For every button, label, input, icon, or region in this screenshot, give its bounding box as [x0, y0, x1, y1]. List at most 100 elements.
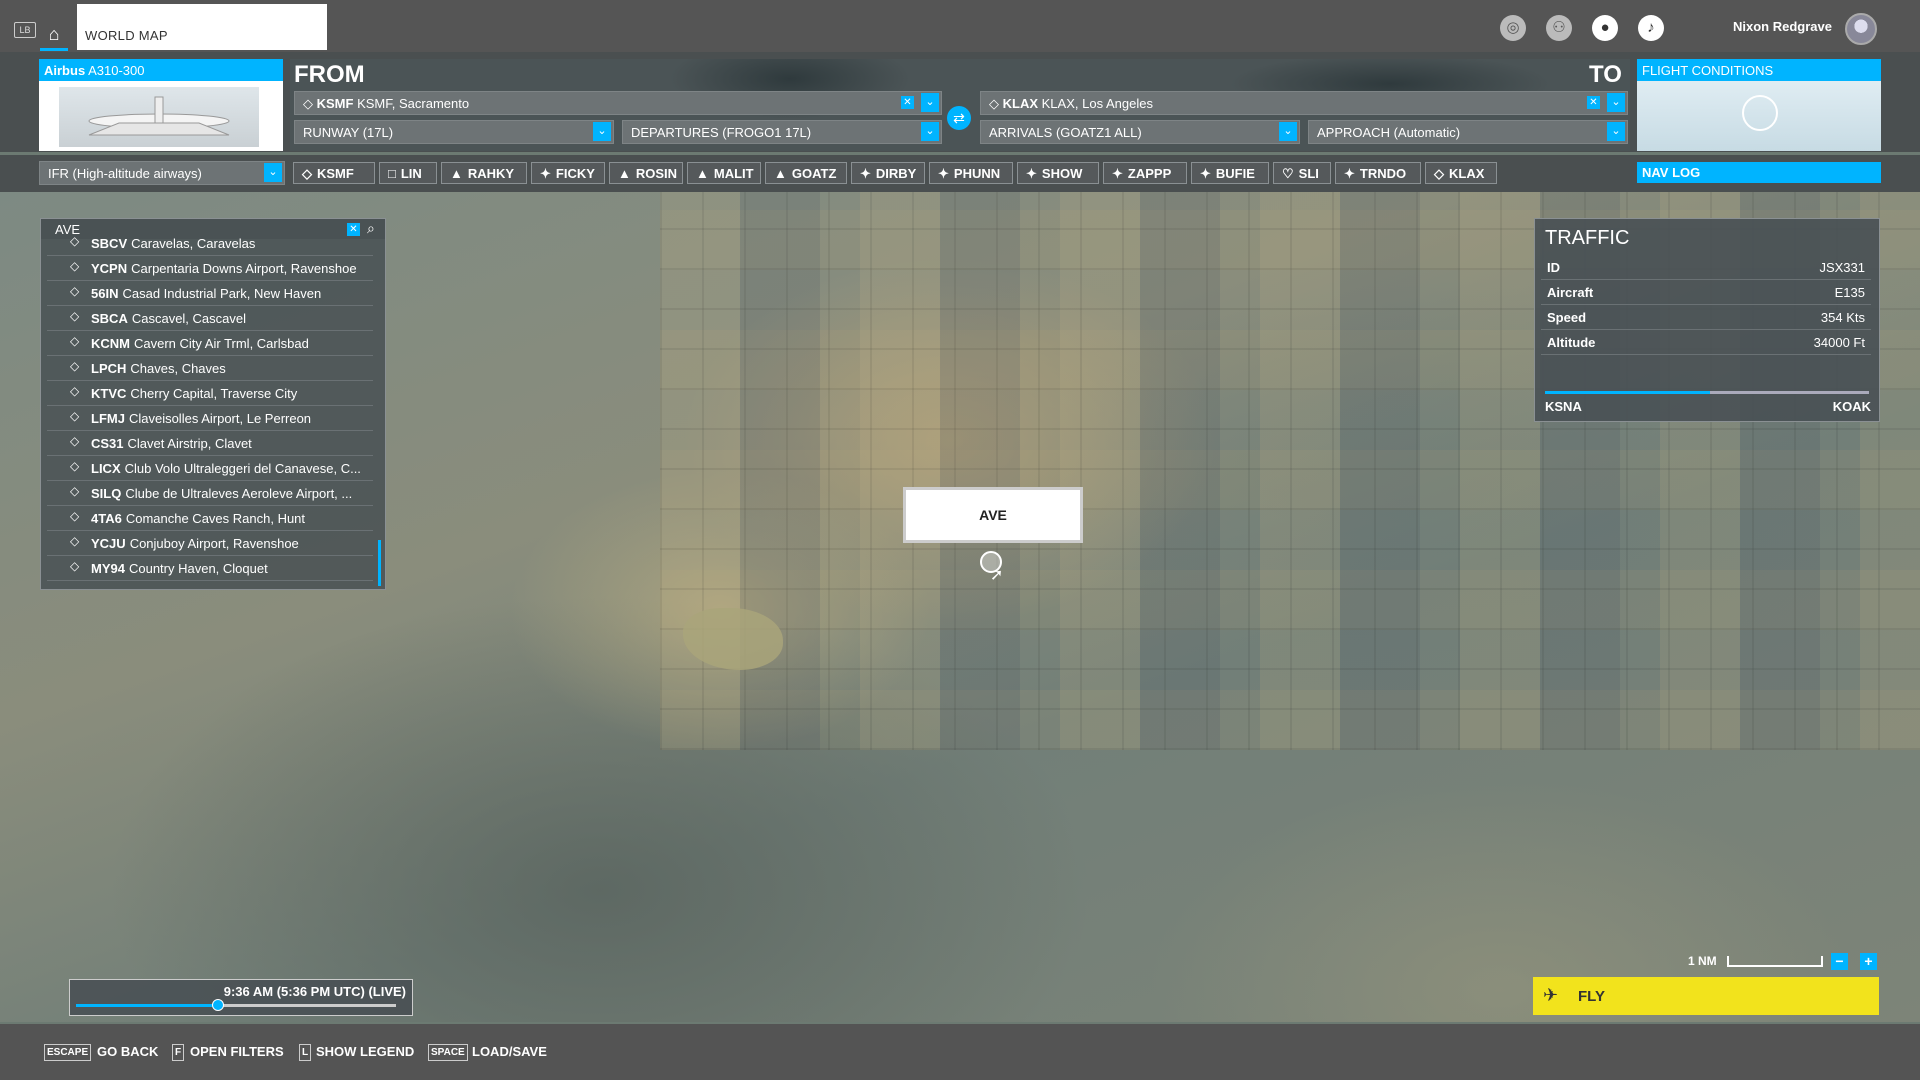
- route-waypoint[interactable]: ▲ MALIT: [687, 162, 761, 184]
- time-slider[interactable]: [76, 999, 396, 1011]
- route-waypoint[interactable]: ♡ SLI: [1273, 162, 1331, 184]
- list-item[interactable]: ◇ LPCH Chaves, Chaves: [47, 356, 373, 381]
- arrival-procedure-select[interactable]: ARRIVALS (GOATZ1 ALL) ⌄: [980, 120, 1300, 144]
- traffic-progress: [1545, 391, 1869, 394]
- to-name: KLAX, Los Angeles: [1041, 96, 1153, 111]
- clear-icon[interactable]: ✕: [901, 96, 914, 109]
- airport-icon: ◇: [70, 534, 80, 548]
- departure-procedure-select[interactable]: DEPARTURES (FROGO1 17L) ⌄: [622, 120, 942, 144]
- list-item[interactable]: ◇ KTVC Cherry Capital, Traverse City: [47, 381, 373, 406]
- route-waypoint[interactable]: ✦ FICKY: [531, 162, 605, 184]
- runway-select[interactable]: RUNWAY (17L) ⌄: [294, 120, 614, 144]
- traffic-key: Altitude: [1547, 335, 1596, 350]
- tab-world-map[interactable]: WORLD MAP: [77, 4, 327, 50]
- route-waypoint[interactable]: ▲ GOATZ: [765, 162, 847, 184]
- footer-action[interactable]: SHOW LEGEND: [316, 1044, 414, 1059]
- table-row: Altitude 34000 Ft: [1541, 330, 1871, 355]
- airport-icon: ◇: [70, 559, 80, 573]
- chevron-down-icon[interactable]: ⌄: [921, 93, 939, 112]
- friends-icon[interactable]: ⚇: [1546, 15, 1572, 41]
- waypoint-icon: ✦: [860, 166, 871, 181]
- home-icon[interactable]: ⌂: [40, 20, 68, 48]
- list-item[interactable]: ◇ SBCV Caravelas, Caravelas: [47, 231, 373, 256]
- notifications-icon[interactable]: ♪: [1638, 15, 1664, 41]
- waypoint-icon: ▲: [450, 166, 463, 181]
- footer-action[interactable]: LOAD/SAVE: [472, 1044, 547, 1059]
- list-item[interactable]: ◇ 4TA6 Comanche Caves Ranch, Hunt: [47, 506, 373, 531]
- airport-name: Comanche Caves Ranch, Hunt: [125, 511, 306, 526]
- chevron-down-icon[interactable]: ⌄: [264, 163, 282, 182]
- waypoint-icon: ✦: [540, 166, 551, 181]
- list-item[interactable]: ◇ 56IN Casad Industrial Park, New Haven: [47, 281, 373, 306]
- fly-button[interactable]: ✈ FLY: [1533, 977, 1879, 1015]
- scrollbar[interactable]: [378, 540, 381, 586]
- list-item[interactable]: ◇ LICX Club Volo Ultraleggeri del Canavese…: [47, 456, 373, 481]
- zoom-out-button[interactable]: −: [1831, 953, 1848, 970]
- route-waypoint[interactable]: ✦ SHOW: [1017, 162, 1099, 184]
- route-waypoint[interactable]: ✦ TRNDO: [1335, 162, 1421, 184]
- time-slider-handle[interactable]: [211, 999, 224, 1011]
- airport-icon: ◇: [70, 509, 80, 523]
- waypoint-icon: ◇: [302, 166, 312, 181]
- approach-select[interactable]: APPROACH (Automatic) ⌄: [1308, 120, 1628, 144]
- waypoint-name: SLI: [1298, 166, 1319, 181]
- airport-name: Club Volo Ultraleggeri del Canavese, C..…: [124, 461, 361, 476]
- list-item[interactable]: ◇ SILQ Clube de Ultraleves Aeroleve Airpor…: [47, 481, 373, 506]
- activity-icon[interactable]: ◎: [1500, 15, 1526, 41]
- chevron-down-icon[interactable]: ⌄: [1279, 122, 1297, 141]
- airport-code: SILQ: [91, 486, 122, 501]
- profile-icon[interactable]: ●: [1592, 15, 1618, 41]
- list-item[interactable]: ◇ YCPN Carpentaria Downs Airport, Ravensho…: [47, 256, 373, 281]
- keyboard-key: SPACE: [428, 1044, 468, 1061]
- aircraft-brand: Airbus: [44, 63, 86, 78]
- swap-icon[interactable]: ⇄: [947, 106, 971, 130]
- chevron-down-icon[interactable]: ⌄: [593, 122, 611, 141]
- username[interactable]: Nixon Redgrave: [1733, 19, 1833, 34]
- airport-code: CS31: [91, 436, 124, 451]
- arrival-airport-field[interactable]: ◇ KLAX KLAX, Los Angeles ✕ ⌄: [980, 91, 1628, 115]
- lb-button-hint: LB: [14, 22, 36, 38]
- route-waypoint[interactable]: □ LIN: [379, 162, 437, 184]
- list-item[interactable]: ◇ LFMJ Claveisolles Airport, Le Perreon: [47, 406, 373, 431]
- airport-icon: ◇: [70, 284, 80, 298]
- list-item[interactable]: ◇ SBCA Cascavel, Cascavel: [47, 306, 373, 331]
- route-waypoint[interactable]: ◇ KLAX: [1425, 162, 1497, 184]
- keyboard-key: ESCAPE: [44, 1044, 92, 1061]
- route-waypoint[interactable]: ◇ KSMF: [293, 162, 375, 184]
- avatar[interactable]: [1845, 13, 1877, 45]
- flight-type-select[interactable]: IFR (High-altitude airways) ⌄: [39, 161, 285, 185]
- chevron-down-icon[interactable]: ⌄: [1607, 122, 1625, 141]
- waypoint-icon: ✦: [1026, 166, 1037, 181]
- nav-log-button[interactable]: NAV LOG: [1637, 162, 1881, 183]
- departure-airport-field[interactable]: ◇ KSMF KSMF, Sacramento ✕ ⌄: [294, 91, 942, 115]
- aircraft-header: Airbus A310-300: [39, 59, 283, 81]
- weather-icon: [1742, 95, 1778, 131]
- list-item[interactable]: ◇ MY94 Country Haven, Cloquet: [47, 556, 373, 581]
- list-item[interactable]: ◇ KCNM Cavern City Air Trml, Carlsbad: [47, 331, 373, 356]
- chevron-down-icon[interactable]: ⌄: [921, 122, 939, 141]
- route-waypoint[interactable]: ✦ ZAPPP: [1103, 162, 1187, 184]
- route-waypoint[interactable]: ✦ PHUNN: [929, 162, 1013, 184]
- list-item[interactable]: ◇ YCJU Conjuboy Airport, Ravenshoe: [47, 531, 373, 556]
- waypoint-icon: ◇: [1434, 166, 1444, 181]
- airport-icon: ◇: [70, 234, 80, 248]
- footer-action[interactable]: GO BACK: [97, 1044, 158, 1059]
- route-waypoint[interactable]: ▲ ROSIN: [609, 162, 683, 184]
- list-item[interactable]: ◇ CS31 Clavet Airstrip, Clavet: [47, 431, 373, 456]
- to-label: TO: [1589, 61, 1622, 88]
- chevron-down-icon[interactable]: ⌄: [1607, 93, 1625, 112]
- zoom-in-button[interactable]: +: [1860, 953, 1877, 970]
- traffic-value: 354 Kts: [1820, 310, 1865, 325]
- search-results[interactable]: ◇ SBCV Caravelas, Caravelas ◇ YCPN Carpentari…: [47, 231, 373, 581]
- map-waypoint-label[interactable]: AVE: [903, 487, 1083, 543]
- airport-code: 56IN: [91, 286, 119, 301]
- flight-conditions-button[interactable]: FLIGHT CONDITIONS: [1637, 59, 1881, 151]
- route-waypoint[interactable]: ▲ RAHKY: [441, 162, 527, 184]
- traffic-value: 34000 Ft: [1813, 335, 1865, 350]
- footer-action[interactable]: OPEN FILTERS: [190, 1044, 284, 1059]
- aircraft-selector[interactable]: Airbus A310-300: [39, 59, 283, 151]
- airport-name: Clavet Airstrip, Clavet: [127, 436, 252, 451]
- route-waypoint[interactable]: ✦ DIRBY: [851, 162, 925, 184]
- clear-icon[interactable]: ✕: [1587, 96, 1600, 109]
- route-waypoint[interactable]: ✦ BUFIE: [1191, 162, 1269, 184]
